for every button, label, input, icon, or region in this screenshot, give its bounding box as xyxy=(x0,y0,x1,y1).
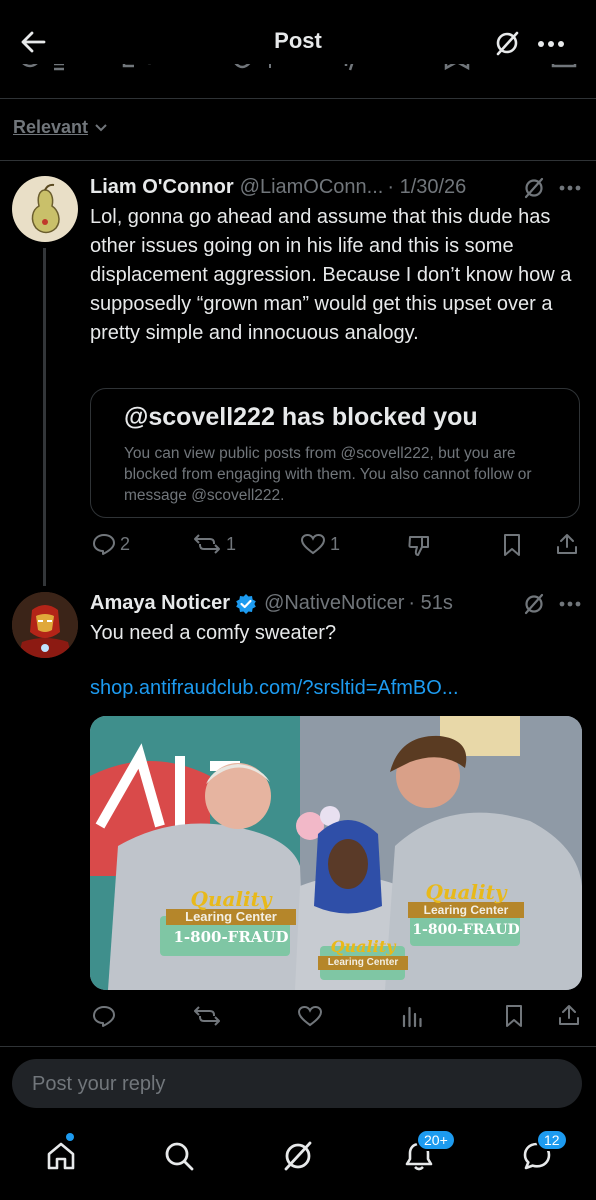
divider xyxy=(0,1046,596,1047)
grok-icon[interactable] xyxy=(282,1140,314,1172)
heart-icon xyxy=(300,533,326,555)
share-icon[interactable] xyxy=(557,1003,581,1027)
search-icon[interactable] xyxy=(163,1140,195,1172)
bottom-nav: 20+ 12 xyxy=(0,1120,596,1200)
grok-icon[interactable] xyxy=(523,593,545,615)
reply-text-field[interactable] xyxy=(30,1059,564,1110)
sweater-text-right: Quality Learing Center 1-800-FRAUD xyxy=(408,880,524,938)
sweater-line1: Quality xyxy=(425,880,507,904)
avatar[interactable] xyxy=(12,176,78,242)
post-date[interactable]: · 1/30/26 xyxy=(387,176,466,199)
author-handle[interactable]: @NativeNoticer xyxy=(264,592,404,615)
reply-count: 2 xyxy=(120,533,131,554)
grok-icon[interactable] xyxy=(494,30,520,56)
share-icon[interactable] xyxy=(555,532,579,556)
more-options-icon[interactable] xyxy=(537,40,565,48)
like-count: 1 xyxy=(330,533,341,554)
bookmark-icon[interactable] xyxy=(502,533,522,557)
thread-line xyxy=(43,248,46,586)
reply-header: Amaya Noticer @NativeNoticer · 51s xyxy=(90,592,453,615)
messages-badge: 12 xyxy=(536,1129,568,1151)
reply-icon xyxy=(92,533,116,555)
views-icon[interactable] xyxy=(340,64,360,74)
repost-icon[interactable] xyxy=(192,1005,222,1027)
dislike-icon[interactable] xyxy=(407,533,431,557)
divider xyxy=(0,160,596,161)
grok-icon[interactable] xyxy=(523,177,545,199)
chevron-down-icon xyxy=(94,123,108,133)
sweater-line1: Quality xyxy=(190,887,272,911)
repost-button[interactable]: 1 xyxy=(192,533,236,555)
repost-count: 1 xyxy=(226,533,237,554)
reply-icon[interactable] xyxy=(92,1005,116,1027)
post-link[interactable]: shop.antifraudclub.com/?srsltid=AfmBO... xyxy=(90,677,459,700)
like-button[interactable]: 1 xyxy=(300,533,340,555)
divider xyxy=(0,98,596,99)
sweater-line2: Learing Center xyxy=(318,956,408,970)
sweater-text-left: Quality Learing Center 1-800-FRAUD xyxy=(166,887,296,946)
sweater-line2: Learing Center xyxy=(408,902,524,918)
post-text: Lol, gonna go ahead and assume that this… xyxy=(90,206,572,344)
notifications-badge: 20+ xyxy=(416,1129,456,1151)
avatar[interactable] xyxy=(12,592,78,658)
sweater-line3: 1-800-FRAUD xyxy=(412,922,520,938)
main-post-action-bar xyxy=(0,64,596,80)
author-handle[interactable]: @LiamOConn... xyxy=(240,176,384,199)
reply-input[interactable] xyxy=(12,1059,582,1110)
home-unread-dot xyxy=(66,1133,74,1141)
reply-header: Liam O'Connor @LiamOConn... · 1/30/26 xyxy=(90,176,466,199)
blocked-body: You can view public posts from @scovell2… xyxy=(124,445,532,504)
more-options-icon[interactable] xyxy=(559,601,581,607)
bookmark-icon[interactable] xyxy=(504,1004,524,1028)
author-name[interactable]: Amaya Noticer xyxy=(90,592,230,615)
blocked-title: @scovell222 has blocked you xyxy=(124,403,478,431)
blocked-notice-card: @scovell222 has blocked you You can view… xyxy=(90,388,580,518)
sort-selector[interactable]: Relevant xyxy=(13,117,108,138)
post-text: You need a comfy sweater? xyxy=(90,622,337,644)
home-icon[interactable] xyxy=(45,1140,77,1172)
share-icon[interactable] xyxy=(550,64,578,74)
more-options-icon[interactable] xyxy=(559,185,581,191)
sweater-text-middle: Quality Learing Center xyxy=(318,937,408,970)
sort-label: Relevant xyxy=(13,117,89,137)
post-date[interactable]: · 51s xyxy=(408,592,452,615)
repost-icon xyxy=(192,533,222,555)
views-icon[interactable] xyxy=(401,1004,423,1028)
reply-icon[interactable] xyxy=(18,64,68,74)
reply-button[interactable]: 2 xyxy=(92,533,130,555)
attached-photo[interactable]: Quality Learing Center 1-800-FRAUD Quali… xyxy=(90,716,582,990)
author-name[interactable]: Liam O'Connor xyxy=(90,176,234,199)
sweater-line2: Learing Center xyxy=(166,909,296,925)
heart-icon[interactable] xyxy=(297,1005,323,1027)
repost-icon[interactable] xyxy=(120,64,160,74)
like-icon[interactable] xyxy=(230,64,280,74)
bookmark-icon[interactable] xyxy=(443,64,471,74)
sweater-line3: 1-800-FRAUD xyxy=(173,928,289,946)
sweater-line1: Quality xyxy=(330,937,396,956)
verified-badge-icon xyxy=(235,593,257,615)
